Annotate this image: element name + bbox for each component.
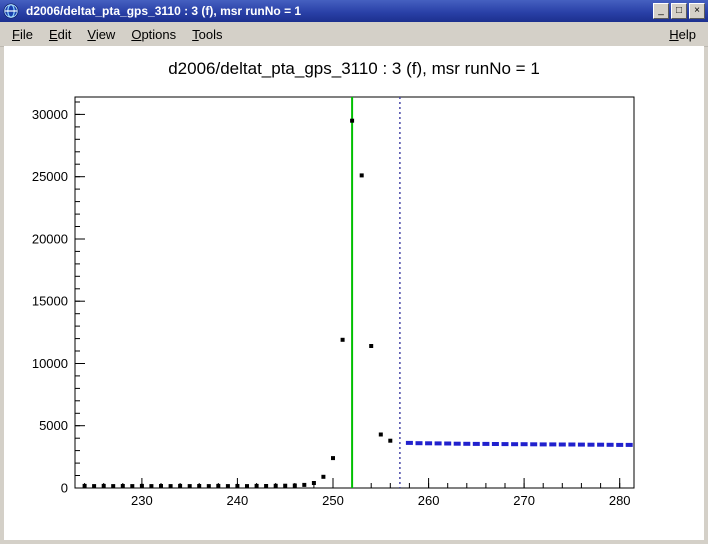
svg-text:280: 280 <box>609 493 631 508</box>
titlebar[interactable]: d2006/deltat_pta_gps_3110 : 3 (f), msr r… <box>0 0 708 22</box>
minimize-button[interactable]: _ <box>653 3 669 19</box>
plot-canvas[interactable]: d2006/deltat_pta_gps_3110 : 3 (f), msr r… <box>4 46 704 540</box>
menu-options[interactable]: Options <box>123 24 184 45</box>
plot-area[interactable]: 230 240 250 260 270 280 0 5000 10000 15000 20000 25… <box>4 46 704 540</box>
svg-text:250: 250 <box>322 493 344 508</box>
menu-tools[interactable]: Tools <box>184 24 230 45</box>
plot-frame <box>75 97 634 488</box>
svg-text:0: 0 <box>61 481 68 496</box>
app-window: d2006/deltat_pta_gps_3110 : 3 (f), msr r… <box>0 0 708 544</box>
app-icon <box>3 3 19 19</box>
window-title: d2006/deltat_pta_gps_3110 : 3 (f), msr r… <box>24 4 648 18</box>
histogram-data <box>83 119 393 488</box>
x-axis: 230 240 250 260 270 280 <box>85 478 631 508</box>
svg-text:30000: 30000 <box>32 107 68 122</box>
menu-edit[interactable]: Edit <box>41 24 79 45</box>
y-axis: 0 5000 10000 15000 20000 25000 30000 <box>32 102 85 496</box>
titlebar-buttons: _ □ × <box>653 3 705 19</box>
post-fgb-data <box>406 441 633 447</box>
menubar: File Edit View Options Tools Help <box>0 22 708 47</box>
svg-text:15000: 15000 <box>32 294 68 309</box>
svg-text:230: 230 <box>131 493 153 508</box>
svg-text:10000: 10000 <box>32 356 68 371</box>
menu-help[interactable]: Help <box>661 24 704 45</box>
svg-text:25000: 25000 <box>32 169 68 184</box>
svg-text:270: 270 <box>513 493 535 508</box>
close-button[interactable]: × <box>689 3 705 19</box>
svg-text:5000: 5000 <box>39 418 68 433</box>
menu-view[interactable]: View <box>79 24 123 45</box>
svg-text:260: 260 <box>418 493 440 508</box>
menu-file[interactable]: File <box>4 24 41 45</box>
svg-text:240: 240 <box>227 493 249 508</box>
maximize-button[interactable]: □ <box>671 3 687 19</box>
svg-text:20000: 20000 <box>32 232 68 247</box>
